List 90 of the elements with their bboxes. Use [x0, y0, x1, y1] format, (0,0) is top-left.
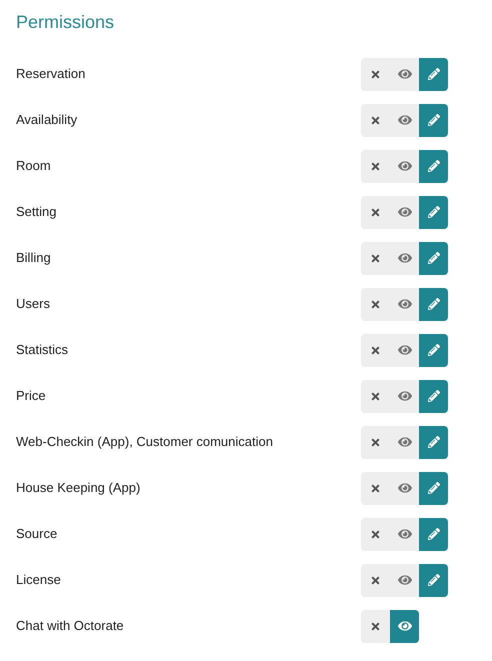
permission-label: Room — [16, 157, 52, 176]
edit-button[interactable] — [419, 288, 448, 320]
deny-button[interactable] — [361, 150, 390, 182]
permission-label: Web-Checkin (App), Customer comunication — [16, 433, 274, 452]
close-icon — [370, 620, 381, 632]
deny-button[interactable] — [361, 334, 390, 366]
pencil-icon — [428, 390, 440, 402]
edit-button[interactable] — [419, 242, 448, 274]
view-button[interactable] — [390, 242, 419, 274]
eye-icon — [398, 159, 412, 173]
deny-button[interactable] — [361, 426, 390, 458]
pencil-icon — [428, 436, 440, 448]
eye-icon — [398, 67, 412, 81]
edit-button[interactable] — [419, 196, 448, 228]
view-button[interactable] — [390, 58, 419, 90]
pencil-icon — [428, 252, 440, 264]
eye-icon — [398, 205, 412, 219]
permission-label: Price — [16, 387, 47, 406]
edit-button[interactable] — [419, 518, 448, 550]
deny-button[interactable] — [361, 610, 390, 642]
permission-label: House Keeping (App) — [16, 479, 142, 498]
edit-button[interactable] — [419, 58, 448, 90]
deny-button[interactable] — [361, 196, 390, 228]
pencil-icon — [428, 206, 440, 218]
view-button[interactable] — [390, 610, 419, 642]
edit-button[interactable] — [419, 564, 448, 596]
deny-button[interactable] — [361, 518, 390, 550]
close-icon — [370, 68, 381, 80]
section-title: Permissions — [16, 11, 116, 34]
eye-icon — [398, 435, 412, 449]
eye-icon — [398, 573, 412, 587]
permission-label: License — [16, 571, 62, 590]
pencil-icon — [428, 114, 440, 126]
eye-icon — [398, 481, 412, 495]
view-button[interactable] — [390, 518, 419, 550]
permission-label: Statistics — [16, 341, 70, 360]
deny-button[interactable] — [361, 104, 390, 136]
edit-button[interactable] — [419, 104, 448, 136]
close-icon — [370, 344, 381, 356]
deny-button[interactable] — [361, 380, 390, 412]
eye-icon — [398, 527, 412, 541]
close-icon — [370, 482, 381, 494]
pencil-icon — [428, 482, 440, 494]
close-icon — [370, 206, 381, 218]
view-button[interactable] — [390, 196, 419, 228]
permission-label: Setting — [16, 203, 58, 222]
edit-button[interactable] — [419, 334, 448, 366]
pencil-icon — [428, 528, 440, 540]
close-icon — [370, 528, 381, 540]
edit-button[interactable] — [419, 150, 448, 182]
eye-icon — [398, 251, 412, 265]
permission-label: Billing — [16, 249, 52, 268]
close-icon — [370, 574, 381, 586]
eye-icon — [398, 343, 412, 357]
permission-label: Chat with Octorate — [16, 617, 125, 636]
view-button[interactable] — [390, 150, 419, 182]
view-button[interactable] — [390, 288, 419, 320]
deny-button[interactable] — [361, 58, 390, 90]
close-icon — [370, 298, 381, 310]
close-icon — [370, 436, 381, 448]
deny-button[interactable] — [361, 242, 390, 274]
close-icon — [370, 114, 381, 126]
close-icon — [370, 390, 381, 402]
eye-icon — [398, 113, 412, 127]
view-button[interactable] — [390, 472, 419, 504]
close-icon — [370, 160, 381, 172]
pencil-icon — [428, 344, 440, 356]
close-icon — [370, 252, 381, 264]
pencil-icon — [428, 574, 440, 586]
edit-button[interactable] — [419, 380, 448, 412]
pencil-icon — [428, 298, 440, 310]
edit-button[interactable] — [419, 472, 448, 504]
permission-label: Source — [16, 525, 58, 544]
deny-button[interactable] — [361, 472, 390, 504]
eye-icon — [398, 389, 412, 403]
pencil-icon — [428, 160, 440, 172]
view-button[interactable] — [390, 564, 419, 596]
view-button[interactable] — [390, 104, 419, 136]
deny-button[interactable] — [361, 564, 390, 596]
view-button[interactable] — [390, 380, 419, 412]
edit-button[interactable] — [419, 426, 448, 458]
eye-icon — [398, 297, 412, 311]
view-button[interactable] — [390, 426, 419, 458]
eye-icon — [398, 619, 412, 633]
permission-label: Reservation — [16, 65, 86, 84]
view-button[interactable] — [390, 334, 419, 366]
permission-label: Users — [16, 295, 51, 314]
permission-label: Availability — [16, 111, 78, 130]
deny-button[interactable] — [361, 288, 390, 320]
pencil-icon — [428, 68, 440, 80]
